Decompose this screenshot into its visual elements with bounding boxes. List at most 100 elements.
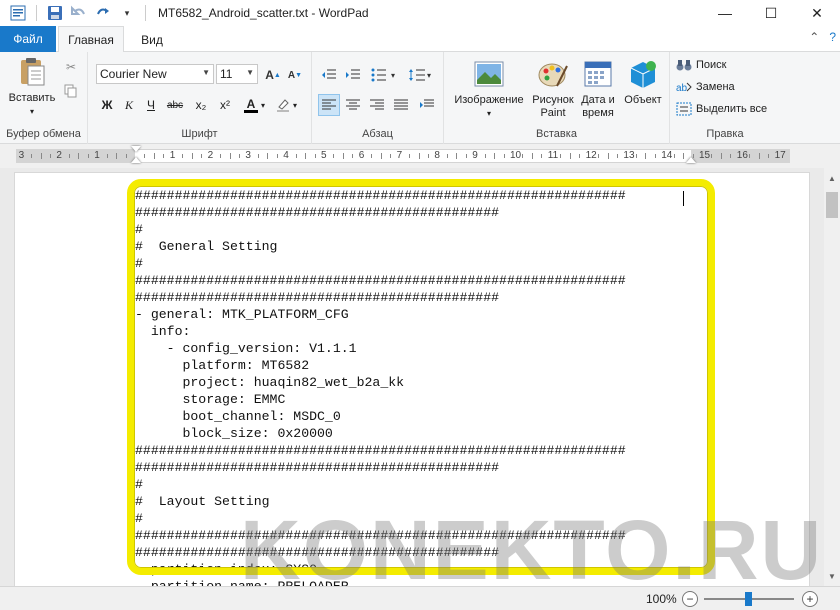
increase-indent-icon[interactable]	[342, 64, 364, 86]
font-group: Courier New ▼ 11 ▼ A ▲ A ▼ Ж К Ч abc x₂ x²…	[88, 52, 312, 144]
font-family-select[interactable]: Courier New ▼	[96, 64, 214, 84]
minimize-ribbon-icon[interactable]: ⌃	[809, 30, 819, 44]
paragraph-group-label: Абзац	[362, 128, 393, 140]
tab-file[interactable]: Файл	[0, 26, 56, 52]
find-button[interactable]: Поиск	[676, 58, 726, 72]
vertical-scrollbar[interactable]: ▲ ▼	[824, 168, 840, 586]
date-time-button[interactable]: Дата и время	[576, 58, 620, 120]
zoom-out-button[interactable]: −	[682, 591, 698, 607]
chevron-down-icon[interactable]: ▾	[388, 64, 398, 86]
scroll-down-icon[interactable]: ▼	[824, 568, 840, 584]
chevron-down-icon[interactable]: ▾	[258, 94, 268, 116]
shrink-font-icon[interactable]: A ▼	[284, 64, 306, 86]
customize-toolbar-icon[interactable]: ▾	[117, 3, 137, 23]
document-line[interactable]: - config_version: V1.1.1	[135, 340, 626, 357]
document-line[interactable]: ########################################…	[135, 459, 626, 476]
right-indent-marker[interactable]	[686, 157, 696, 163]
ruler-tick	[191, 153, 193, 159]
paste-button[interactable]: Вставить ▾	[6, 56, 58, 118]
align-left-icon[interactable]	[318, 94, 340, 116]
ruler-number: 4	[283, 150, 289, 161]
document-line[interactable]: #	[135, 476, 626, 493]
document-line[interactable]: # General Setting	[135, 238, 626, 255]
tab-home[interactable]: Главная	[58, 26, 124, 53]
document-line[interactable]: boot_channel: MSDC_0	[135, 408, 626, 425]
ruler-tick	[768, 154, 770, 158]
tab-view[interactable]: Вид	[132, 26, 172, 53]
first-line-indent-marker[interactable]	[131, 146, 141, 152]
replace-button[interactable]: ab Замена	[676, 80, 735, 94]
align-right-icon[interactable]	[366, 94, 388, 116]
paint-drawing-button[interactable]: Рисунок Paint	[530, 58, 576, 120]
select-all-button[interactable]: Выделить все	[676, 102, 767, 116]
datetime-label-line1: Дата и	[581, 94, 615, 106]
grow-font-icon[interactable]: A ▲	[262, 64, 284, 86]
document-line[interactable]: ########################################…	[135, 204, 626, 221]
document-line[interactable]: block_size: 0x20000	[135, 425, 626, 442]
strikethrough-button[interactable]: abc	[164, 94, 186, 116]
ruler-number: 2	[56, 150, 62, 161]
close-icon[interactable]: ✕	[794, 0, 840, 26]
copy-icon[interactable]	[60, 80, 82, 102]
cut-icon[interactable]: ✂	[60, 56, 82, 78]
zoom-slider-thumb[interactable]	[745, 592, 752, 606]
document-line[interactable]: ########################################…	[135, 544, 626, 561]
document-line[interactable]: ########################################…	[135, 187, 626, 204]
ruler-number: 3	[18, 150, 25, 161]
document-line[interactable]: project: huaqin82_wet_b2a_kk	[135, 374, 626, 391]
scroll-up-icon[interactable]: ▲	[824, 170, 840, 186]
undo-icon[interactable]	[69, 3, 89, 23]
scrollbar-thumb[interactable]	[826, 192, 838, 218]
paragraph-settings-icon[interactable]	[416, 94, 438, 116]
font-size-select[interactable]: 11 ▼	[216, 64, 258, 84]
redo-icon[interactable]	[93, 3, 113, 23]
document-line[interactable]: #	[135, 221, 626, 238]
find-label: Поиск	[696, 59, 727, 71]
italic-button[interactable]: К	[118, 94, 140, 116]
decrease-indent-icon[interactable]	[318, 64, 340, 86]
superscript-button[interactable]: x²	[214, 94, 236, 116]
font-family-value: Courier New	[100, 67, 167, 81]
align-center-icon[interactable]	[342, 94, 364, 116]
left-indent-marker[interactable]	[131, 157, 141, 163]
help-icon[interactable]: ?	[829, 30, 836, 44]
document-line[interactable]: platform: MT6582	[135, 357, 626, 374]
chevron-down-icon[interactable]: ▾	[424, 64, 434, 86]
ruler-number: 1	[94, 150, 100, 161]
underline-button[interactable]: Ч	[140, 94, 162, 116]
chevron-down-icon: ▼	[246, 68, 254, 77]
subscript-button[interactable]: x₂	[190, 94, 212, 116]
insert-object-label: Объект	[624, 94, 662, 106]
insert-image-button[interactable]: Изображение ▾	[448, 58, 530, 120]
document-line[interactable]: - general: MTK_PLATFORM_CFG	[135, 306, 626, 323]
text-color-bar	[244, 109, 258, 113]
bullet-list-icon[interactable]	[368, 64, 390, 86]
justify-icon[interactable]	[390, 94, 412, 116]
document-line[interactable]: #	[135, 510, 626, 527]
maximize-icon[interactable]: ☐	[748, 0, 794, 26]
chevron-down-icon[interactable]: ▾	[290, 94, 300, 116]
replace-label: Замена	[696, 81, 735, 93]
zoom-in-button[interactable]: +	[802, 591, 818, 607]
document-line[interactable]: # Layout Setting	[135, 493, 626, 510]
document-text[interactable]: ########################################…	[135, 187, 626, 586]
document-line[interactable]: ########################################…	[135, 442, 626, 459]
ruler-tick	[654, 154, 656, 158]
document-line[interactable]: info:	[135, 323, 626, 340]
document-line[interactable]: storage: EMMC	[135, 391, 626, 408]
document-line[interactable]: partition_name: PRELOADER	[135, 578, 626, 586]
document-line[interactable]: ########################################…	[135, 527, 626, 544]
insert-object-button[interactable]: Объект	[620, 58, 666, 107]
app-menu-icon[interactable]	[8, 3, 28, 23]
save-icon[interactable]	[45, 3, 65, 23]
document-line[interactable]: partition_index: SYS0	[135, 561, 626, 578]
document-page[interactable]: ########################################…	[14, 172, 810, 586]
document-line[interactable]: #	[135, 255, 626, 272]
minimize-icon[interactable]: —	[702, 0, 748, 26]
ruler[interactable]: 3 2 1 1 2 3 4 5 6 7 8 9 10 11 12 13 14 15 16 17	[16, 146, 790, 163]
bold-button[interactable]: Ж	[96, 94, 118, 116]
ruler-number: 7	[396, 150, 403, 161]
ruler-area: 3 2 1 1 2 3 4 5 6 7 8 9 10 11 12 13 14 15 16 17	[0, 144, 840, 168]
document-line[interactable]: ########################################…	[135, 272, 626, 289]
document-line[interactable]: ########################################…	[135, 289, 626, 306]
